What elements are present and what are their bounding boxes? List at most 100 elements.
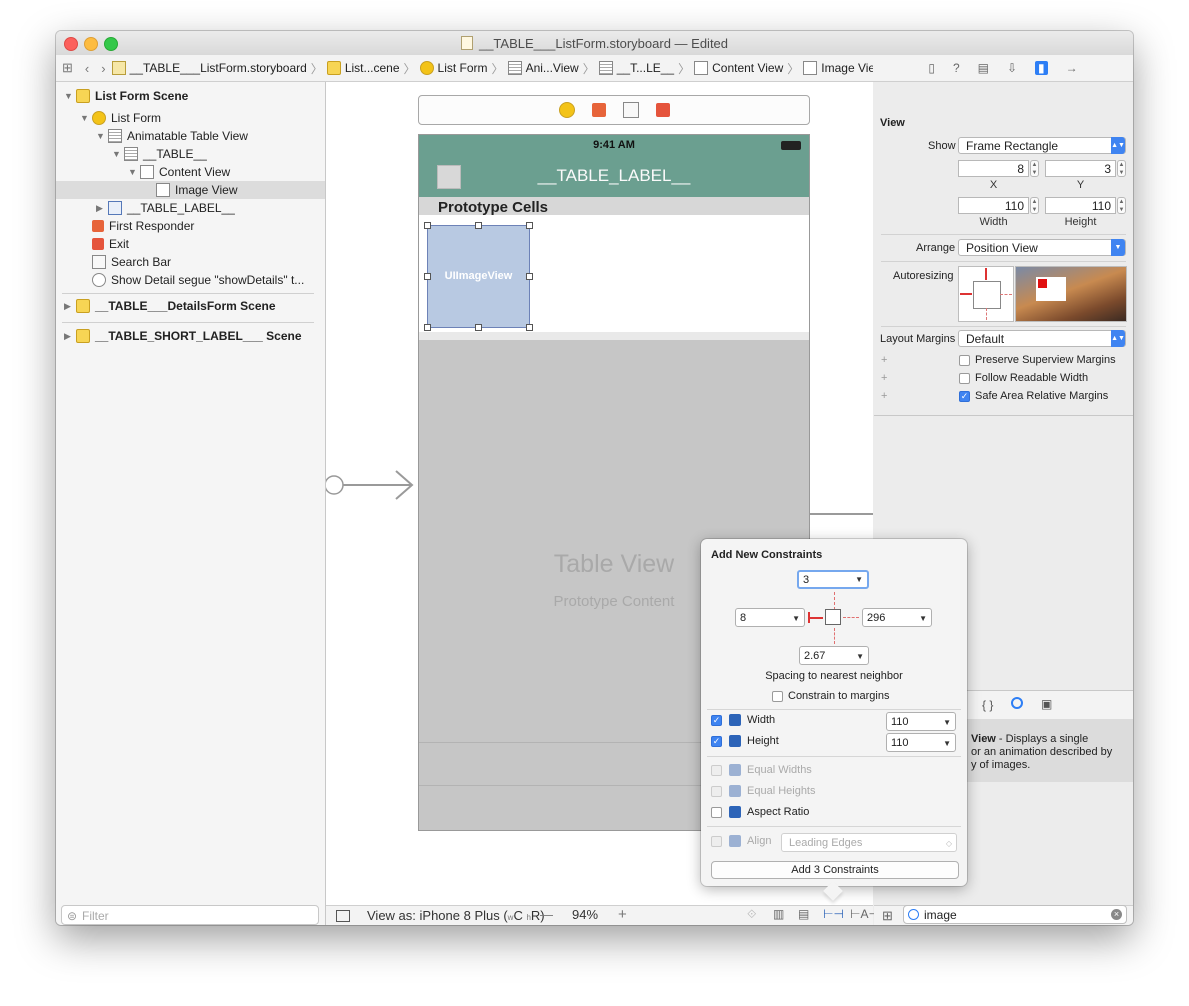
bottom-strut[interactable]	[986, 308, 987, 320]
bottom-constraint-strut[interactable]	[834, 628, 835, 644]
x-stepper[interactable]: ▲ ▼	[1030, 160, 1039, 177]
height-value-combo[interactable]: 110 ▼	[886, 733, 956, 752]
view-as-button[interactable]: View as: iPhone 8 Plus (wC hR)	[367, 908, 545, 923]
trailing-constraint-strut[interactable]	[843, 617, 859, 618]
dropdown-arrow-icon[interactable]: ▼	[943, 734, 951, 753]
bottom-spacing-combo[interactable]: 2.67 ▼	[799, 646, 869, 665]
first-responder-icon[interactable]	[591, 103, 606, 117]
outline-item-animatable-table-view[interactable]: ▼ Animatable Table View	[96, 127, 248, 145]
resize-handle[interactable]	[424, 273, 431, 280]
code-snippet-library-icon[interactable]: { }	[982, 698, 993, 712]
outline-item-short-label-scene[interactable]: ▶ __TABLE_SHORT_LABEL___ Scene	[64, 327, 302, 345]
width-checkbox[interactable]: ✓	[711, 715, 722, 726]
outline-item-image-view[interactable]: Image View	[56, 181, 325, 199]
arrange-popup[interactable]: Position View ▼	[958, 239, 1126, 256]
outline-item-list-form-scene[interactable]: ▼ List Form Scene	[64, 87, 188, 105]
resize-handle[interactable]	[424, 222, 431, 229]
attributes-inspector-icon[interactable]: ⇩	[1007, 61, 1017, 75]
add-constraints-button[interactable]: Add 3 Constraints	[711, 861, 959, 879]
outline-item-search-bar[interactable]: Search Bar	[92, 253, 171, 271]
view-controller-icon[interactable]	[558, 102, 575, 118]
prototype-cell[interactable]: UIImageView	[419, 215, 809, 332]
preserve-superview-margins-checkbox[interactable]	[959, 355, 970, 366]
update-frames-icon[interactable]: ⟐	[747, 907, 756, 922]
layout-margins-popup[interactable]: Default ▲▼	[958, 330, 1126, 347]
left-strut[interactable]	[960, 293, 972, 295]
resize-handle[interactable]	[475, 222, 482, 229]
right-strut[interactable]	[1000, 294, 1012, 295]
help-inspector-icon[interactable]: ?	[953, 61, 960, 75]
width-field[interactable]: 110	[958, 197, 1029, 214]
add-variation-button[interactable]: +	[881, 372, 887, 384]
x-field[interactable]: 8	[958, 160, 1029, 177]
height-stepper[interactable]: ▲ ▼	[1117, 197, 1126, 214]
disclosure-down-icon[interactable]: ▼	[80, 109, 92, 127]
dropdown-arrow-icon[interactable]: ▼	[792, 609, 800, 628]
breadcrumb-table-view[interactable]: Ani...View 〉	[507, 60, 599, 77]
top-strut[interactable]	[985, 268, 987, 280]
disclosure-down-icon[interactable]: ▼	[112, 145, 124, 163]
segue-arrow-icon[interactable]	[326, 465, 424, 505]
top-spacing-combo[interactable]: 3 ▼	[797, 570, 869, 589]
dropdown-arrow-icon[interactable]: ▼	[856, 647, 864, 666]
width-value-combo[interactable]: 110 ▼	[886, 712, 956, 731]
connections-inspector-icon[interactable]: →	[1066, 61, 1078, 75]
disclosure-down-icon[interactable]: ▼	[96, 127, 108, 145]
align-checkbox[interactable]	[711, 836, 722, 847]
dropdown-arrow-icon[interactable]: ▼	[855, 572, 863, 588]
size-inspector-icon[interactable]: ▮	[1035, 61, 1048, 75]
trailing-spacing-combo[interactable]: 296 ▼	[862, 608, 932, 627]
media-library-icon[interactable]: ▣	[1041, 697, 1052, 711]
disclosure-right-icon[interactable]: ▶	[64, 327, 76, 345]
forward-chevron-icon[interactable]: ›	[101, 61, 105, 76]
leading-spacing-combo[interactable]: 8 ▼	[735, 608, 805, 627]
align-popup[interactable]: Leading Edges ◇	[781, 833, 957, 852]
outline-item-exit[interactable]: Exit	[92, 235, 129, 253]
related-items-icon[interactable]: ⊞	[62, 60, 73, 76]
breadcrumb-content-view[interactable]: Content View 〉	[694, 60, 803, 77]
outline-item-content-view[interactable]: ▼ Content View	[128, 163, 230, 181]
library-search-field[interactable]: image ×	[903, 905, 1127, 924]
object-library-icon[interactable]	[1011, 697, 1023, 709]
add-variation-button[interactable]: +	[881, 390, 887, 402]
disclosure-down-icon[interactable]: ▼	[128, 163, 140, 181]
breadcrumb-image-view[interactable]: Image View	[803, 61, 884, 75]
safe-area-margins-checkbox[interactable]: ✓	[959, 391, 970, 402]
identity-inspector-icon[interactable]: ▤	[978, 61, 989, 75]
breadcrumb-list-form[interactable]: List Form 〉	[419, 60, 508, 77]
resize-handle[interactable]	[526, 222, 533, 229]
y-field[interactable]: 3	[1045, 160, 1116, 177]
resize-handle[interactable]	[475, 324, 482, 331]
disclosure-down-icon[interactable]: ▼	[64, 87, 76, 105]
toggle-outline-icon[interactable]	[336, 910, 350, 922]
dropdown-arrow-icon[interactable]: ◇	[946, 834, 952, 853]
resize-handle[interactable]	[526, 324, 533, 331]
align-icon[interactable]: ▤	[798, 907, 809, 921]
zoom-out-button[interactable]: —	[540, 907, 553, 922]
y-stepper[interactable]: ▲ ▼	[1117, 160, 1126, 177]
top-constraint-strut[interactable]	[834, 592, 835, 610]
image-view[interactable]: UIImageView	[427, 225, 530, 328]
zoom-in-button[interactable]: +	[618, 906, 627, 923]
equal-heights-checkbox[interactable]	[711, 786, 722, 797]
leading-constraint-strut[interactable]	[808, 617, 823, 619]
disclosure-right-icon[interactable]: ▶	[96, 199, 108, 217]
width-stepper[interactable]: ▲ ▼	[1030, 197, 1039, 214]
search-bar-icon[interactable]	[622, 102, 639, 118]
autoresizing-mask-control[interactable]	[958, 266, 1014, 322]
aspect-ratio-checkbox[interactable]	[711, 807, 722, 818]
dropdown-arrow-icon[interactable]: ▼	[919, 609, 927, 628]
outline-item-table-label[interactable]: ▶ __TABLE_LABEL__	[96, 199, 235, 217]
resize-handle[interactable]	[424, 324, 431, 331]
outline-item-list-form[interactable]: ▼ List Form	[80, 109, 161, 127]
outline-item-segue[interactable]: Show Detail segue "showDetails" t...	[92, 271, 304, 289]
resize-handle[interactable]	[526, 273, 533, 280]
outline-item-details-form-scene[interactable]: ▶ __TABLE___DetailsForm Scene	[64, 297, 276, 315]
constrain-to-margins-checkbox[interactable]	[772, 691, 783, 702]
grid-view-icon[interactable]: ⊞	[882, 908, 893, 924]
equal-widths-checkbox[interactable]	[711, 765, 722, 776]
outline-filter-field[interactable]: ⊜ Filter	[61, 905, 319, 925]
file-inspector-icon[interactable]: ▯	[928, 61, 935, 75]
outline-item-table-cell[interactable]: ▼ __TABLE__	[112, 145, 207, 163]
breadcrumb-scene[interactable]: List...cene 〉	[326, 60, 420, 77]
